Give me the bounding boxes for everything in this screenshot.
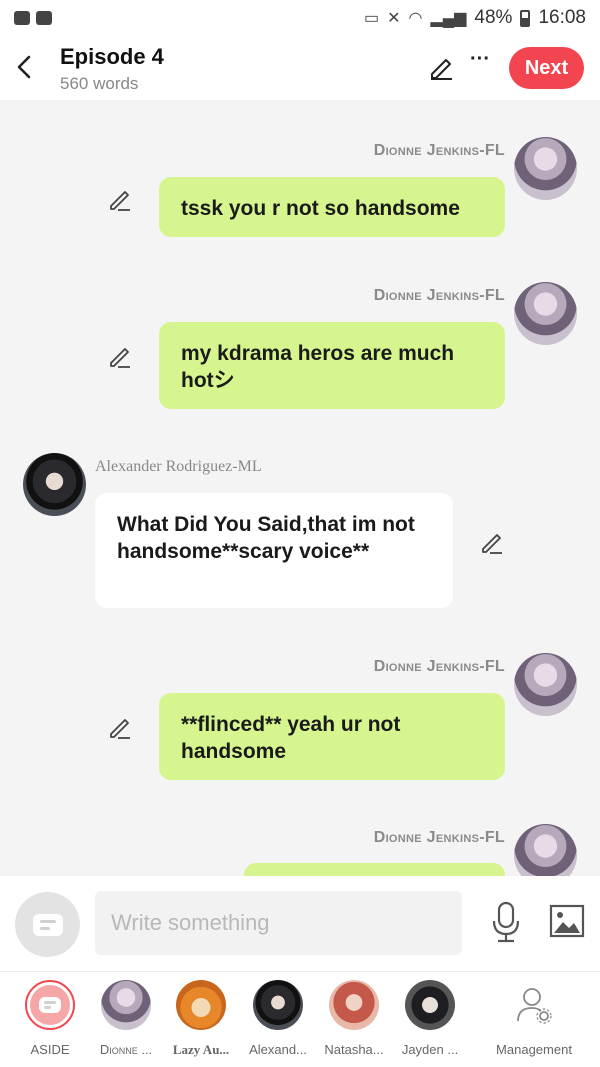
chat-icon xyxy=(32,913,63,936)
character-label: Dionne ... xyxy=(99,1042,153,1057)
avatar[interactable] xyxy=(514,824,577,876)
message-bubble[interactable] xyxy=(244,863,505,876)
speaker-name: Dionne Jenkins-FL xyxy=(373,658,505,675)
message-bubble[interactable]: **flinced** yeah ur not handsome xyxy=(159,693,505,780)
aside-avatar xyxy=(25,980,75,1030)
notification-icons xyxy=(14,11,52,25)
video-notification-icon xyxy=(36,11,52,25)
character-dionne[interactable]: Dionne ... xyxy=(86,980,166,1057)
chat-icon xyxy=(39,997,61,1013)
composer xyxy=(0,876,600,972)
image-icon[interactable] xyxy=(549,904,585,938)
avatar[interactable] xyxy=(514,137,577,200)
character-label: Natasha... xyxy=(324,1042,384,1057)
character-label: Jayden ... xyxy=(401,1042,459,1057)
pencil-icon[interactable] xyxy=(108,345,132,369)
battery-percent: 48% xyxy=(474,7,513,28)
mute-icon: ✕ xyxy=(387,10,401,27)
character-bar: ASIDE Dionne ... Lazy Au... Alexand... N… xyxy=(0,972,600,1067)
character-alexander[interactable]: Alexand... xyxy=(238,980,318,1057)
pencil-icon[interactable] xyxy=(108,716,132,740)
speaker-name: Dionne Jenkins-FL xyxy=(373,142,505,159)
character-natasha[interactable]: Natasha... xyxy=(314,980,394,1057)
pencil-icon[interactable] xyxy=(428,54,454,80)
speaker-name: Dionne Jenkins-FL xyxy=(373,829,505,846)
avatar[interactable] xyxy=(514,653,577,716)
episode-header: Episode 4 560 words ··· Next xyxy=(0,36,600,100)
episode-title: Episode 4 xyxy=(60,44,164,69)
avatar xyxy=(176,980,226,1030)
avatar[interactable] xyxy=(23,453,86,516)
word-count: 560 words xyxy=(60,74,139,93)
message-input[interactable] xyxy=(95,891,462,955)
speaker-name: Dionne Jenkins-FL xyxy=(373,287,505,304)
speaker-name: Alexander Rodriguez-ML xyxy=(95,458,262,475)
more-icon[interactable]: ··· xyxy=(468,48,492,78)
app-notification-icon xyxy=(14,11,30,25)
user-gear-icon xyxy=(509,980,559,1030)
avatar[interactable] xyxy=(514,282,577,345)
wifi-icon: ◠ xyxy=(408,10,423,27)
pencil-icon[interactable] xyxy=(480,531,504,555)
cast-icon: ▭ xyxy=(363,10,380,27)
avatar xyxy=(101,980,151,1030)
character-lazy[interactable]: Lazy Au... xyxy=(161,980,241,1058)
management-button[interactable]: Management xyxy=(494,980,574,1057)
system-icons: ▭ ✕ ◠ ▂▄▆ 48% 16:08 xyxy=(364,7,586,29)
message-bubble[interactable]: tssk you r not so handsome xyxy=(159,177,505,237)
mic-icon[interactable] xyxy=(489,900,523,944)
battery-icon xyxy=(520,9,531,27)
character-label: ASIDE xyxy=(30,1042,70,1057)
avatar xyxy=(253,980,303,1030)
avatar xyxy=(405,980,455,1030)
character-label: Management xyxy=(496,1042,572,1057)
pencil-icon[interactable] xyxy=(108,188,132,212)
status-bar: ▭ ✕ ◠ ▂▄▆ 48% 16:08 xyxy=(0,0,600,36)
character-label: Lazy Au... xyxy=(172,1042,230,1057)
signal-icon: ▂▄▆ xyxy=(430,10,467,27)
message-bubble[interactable]: What Did You Said,that im not handsome**… xyxy=(95,493,453,608)
character-aside[interactable]: ASIDE xyxy=(10,980,90,1057)
next-button[interactable]: Next xyxy=(509,47,584,89)
character-jayden[interactable]: Jayden ... xyxy=(390,980,470,1057)
aside-toggle-button[interactable] xyxy=(15,892,80,957)
chat-area[interactable]: Dionne Jenkins-FL tssk you r not so hand… xyxy=(0,100,600,876)
back-icon[interactable] xyxy=(12,50,36,84)
avatar xyxy=(329,980,379,1030)
clock: 16:08 xyxy=(538,7,586,28)
character-label: Alexand... xyxy=(249,1042,307,1057)
message-bubble[interactable]: my kdrama heros are much hotシ xyxy=(159,322,505,409)
